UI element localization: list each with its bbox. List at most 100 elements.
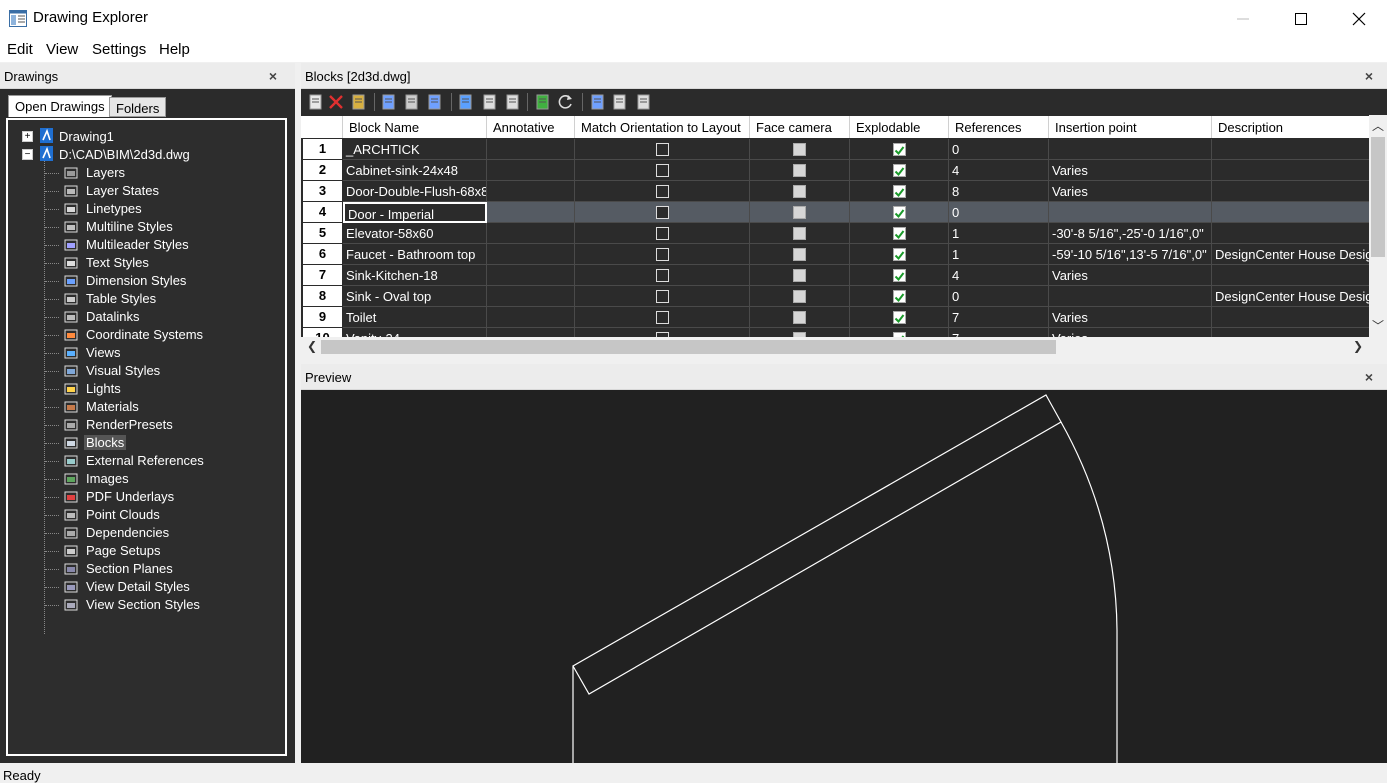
column-header-face-camera[interactable]: Face camera bbox=[750, 116, 850, 138]
references-cell[interactable]: 1 bbox=[949, 223, 1049, 244]
horizontal-scroll-thumb[interactable] bbox=[321, 340, 1056, 354]
maximize-button[interactable] bbox=[1272, 0, 1330, 36]
references-cell[interactable]: 7 bbox=[949, 307, 1049, 328]
annotative-cell[interactable] bbox=[487, 307, 575, 328]
block-name-cell[interactable]: Toilet bbox=[343, 307, 487, 328]
explodable-cell[interactable] bbox=[850, 244, 949, 265]
insertion-point-cell[interactable] bbox=[1049, 139, 1212, 160]
table-row[interactable]: 4 Door - Imperial 0 bbox=[301, 202, 1369, 223]
tab-open-drawings[interactable]: Open Drawings bbox=[8, 95, 112, 117]
row-number[interactable]: 5 bbox=[303, 223, 342, 243]
match-orientation-checkbox[interactable] bbox=[655, 248, 669, 261]
row-number[interactable]: 6 bbox=[303, 244, 342, 264]
annotative-cell[interactable] bbox=[487, 265, 575, 286]
purge-icon[interactable] bbox=[350, 93, 368, 111]
face-camera-checkbox[interactable] bbox=[793, 206, 806, 219]
block-name-cell[interactable]: Door-Double-Flush-68x80 bbox=[343, 181, 487, 202]
annotative-cell[interactable] bbox=[487, 244, 575, 265]
horizontal-scrollbar[interactable]: ❮ ❯ bbox=[301, 337, 1369, 357]
column-header-references[interactable]: References bbox=[949, 116, 1049, 138]
match-orientation-cell[interactable] bbox=[575, 286, 750, 307]
match-orientation-checkbox[interactable] bbox=[655, 185, 669, 198]
description-cell[interactable] bbox=[1212, 139, 1369, 160]
insertion-point-cell[interactable]: -30'-8 5/16",-25'-0 1/16",0" bbox=[1049, 223, 1212, 244]
face-camera-cell[interactable] bbox=[750, 160, 850, 181]
explodable-checkbox[interactable] bbox=[892, 248, 906, 261]
insertion-point-cell[interactable]: Varies bbox=[1049, 328, 1212, 337]
table-row[interactable]: 9 Toilet 7 Varies bbox=[301, 307, 1369, 328]
new-icon[interactable] bbox=[307, 93, 325, 111]
match-orientation-checkbox[interactable] bbox=[655, 227, 669, 240]
table-row[interactable]: 6 Faucet - Bathroom top 1 -59'-10 5/16",13'… bbox=[301, 244, 1369, 265]
preview-panel-close-button[interactable]: × bbox=[1365, 369, 1373, 385]
description-cell[interactable] bbox=[1212, 160, 1369, 181]
face-camera-checkbox[interactable] bbox=[793, 164, 806, 177]
face-camera-checkbox[interactable] bbox=[793, 290, 806, 303]
drawings-panel-close-button[interactable]: × bbox=[269, 68, 277, 84]
scroll-right-icon[interactable]: ❯ bbox=[1353, 339, 1363, 353]
table-row[interactable]: 3 Door-Double-Flush-68x80 8 Varies bbox=[301, 181, 1369, 202]
row-number[interactable]: 1 bbox=[303, 139, 342, 159]
description-cell[interactable] bbox=[1212, 265, 1369, 286]
row-number[interactable]: 10 bbox=[303, 328, 342, 337]
face-camera-cell[interactable] bbox=[750, 181, 850, 202]
description-cell[interactable] bbox=[1212, 202, 1369, 223]
face-camera-cell[interactable] bbox=[750, 286, 850, 307]
annotative-cell[interactable] bbox=[487, 328, 575, 337]
description-cell[interactable] bbox=[1212, 181, 1369, 202]
insertion-point-cell[interactable]: -59'-10 5/16",13'-5 7/16",0" bbox=[1049, 244, 1212, 265]
explodable-cell[interactable] bbox=[850, 160, 949, 181]
details-view-icon[interactable] bbox=[589, 93, 607, 111]
block-name-cell[interactable]: Faucet - Bathroom top bbox=[343, 244, 487, 265]
match-orientation-checkbox[interactable] bbox=[655, 206, 669, 219]
column-header-insertion-point[interactable]: Insertion point bbox=[1049, 116, 1212, 138]
insertion-point-cell[interactable] bbox=[1049, 202, 1212, 223]
explodable-checkbox[interactable] bbox=[892, 185, 906, 198]
table-row[interactable]: 8 Sink - Oval top 0 DesignCenter House Desi… bbox=[301, 286, 1369, 307]
block-name-cell[interactable]: Sink - Oval top bbox=[343, 286, 487, 307]
match-orientation-cell[interactable] bbox=[575, 307, 750, 328]
insertion-point-cell[interactable] bbox=[1049, 286, 1212, 307]
block-name-cell[interactable]: Sink-Kitchen-18 bbox=[343, 265, 487, 286]
export-icon[interactable] bbox=[426, 93, 444, 111]
explodable-checkbox[interactable] bbox=[892, 227, 906, 240]
match-orientation-cell[interactable] bbox=[575, 202, 750, 223]
match-orientation-checkbox[interactable] bbox=[655, 143, 669, 156]
match-orientation-cell[interactable] bbox=[575, 223, 750, 244]
insert-icon[interactable] bbox=[534, 93, 552, 111]
row-number[interactable]: 3 bbox=[303, 181, 342, 201]
face-camera-checkbox[interactable] bbox=[793, 248, 806, 261]
column-header-explodable[interactable]: Explodable bbox=[850, 116, 949, 138]
row-number[interactable]: 7 bbox=[303, 265, 342, 285]
icons-view-icon[interactable] bbox=[611, 93, 629, 111]
refresh-icon[interactable] bbox=[557, 93, 575, 111]
annotative-cell[interactable] bbox=[487, 139, 575, 160]
explodable-checkbox[interactable] bbox=[892, 206, 906, 219]
block-name-cell[interactable]: Cabinet-sink-24x48 bbox=[343, 160, 487, 181]
cut-icon[interactable] bbox=[457, 93, 475, 111]
description-cell[interactable] bbox=[1212, 328, 1369, 337]
block-name-cell[interactable]: Vanity-24 bbox=[343, 328, 487, 337]
references-cell[interactable]: 0 bbox=[949, 139, 1049, 160]
insertion-point-cell[interactable]: Varies bbox=[1049, 265, 1212, 286]
face-camera-cell[interactable] bbox=[750, 307, 850, 328]
menu-view[interactable]: View bbox=[46, 41, 78, 58]
match-orientation-checkbox[interactable] bbox=[655, 164, 669, 177]
face-camera-cell[interactable] bbox=[750, 223, 850, 244]
insertion-point-cell[interactable]: Varies bbox=[1049, 160, 1212, 181]
description-cell[interactable] bbox=[1212, 223, 1369, 244]
references-cell[interactable]: 0 bbox=[949, 202, 1049, 223]
description-cell[interactable]: DesignCenter House Design bbox=[1212, 244, 1369, 265]
match-orientation-checkbox[interactable] bbox=[655, 269, 669, 282]
match-orientation-cell[interactable] bbox=[575, 139, 750, 160]
references-cell[interactable]: 4 bbox=[949, 265, 1049, 286]
column-header-block-name[interactable]: Block Name bbox=[343, 116, 487, 138]
row-number[interactable]: 4 bbox=[303, 202, 342, 222]
annotative-cell[interactable] bbox=[487, 160, 575, 181]
table-row[interactable]: 7 Sink-Kitchen-18 4 Varies bbox=[301, 265, 1369, 286]
explodable-checkbox[interactable] bbox=[892, 311, 906, 324]
block-name-cell[interactable]: _ARCHTICK bbox=[343, 139, 487, 160]
face-camera-checkbox[interactable] bbox=[793, 311, 806, 324]
collapse-icon[interactable]: − bbox=[22, 149, 33, 160]
explodable-cell[interactable] bbox=[850, 328, 949, 337]
